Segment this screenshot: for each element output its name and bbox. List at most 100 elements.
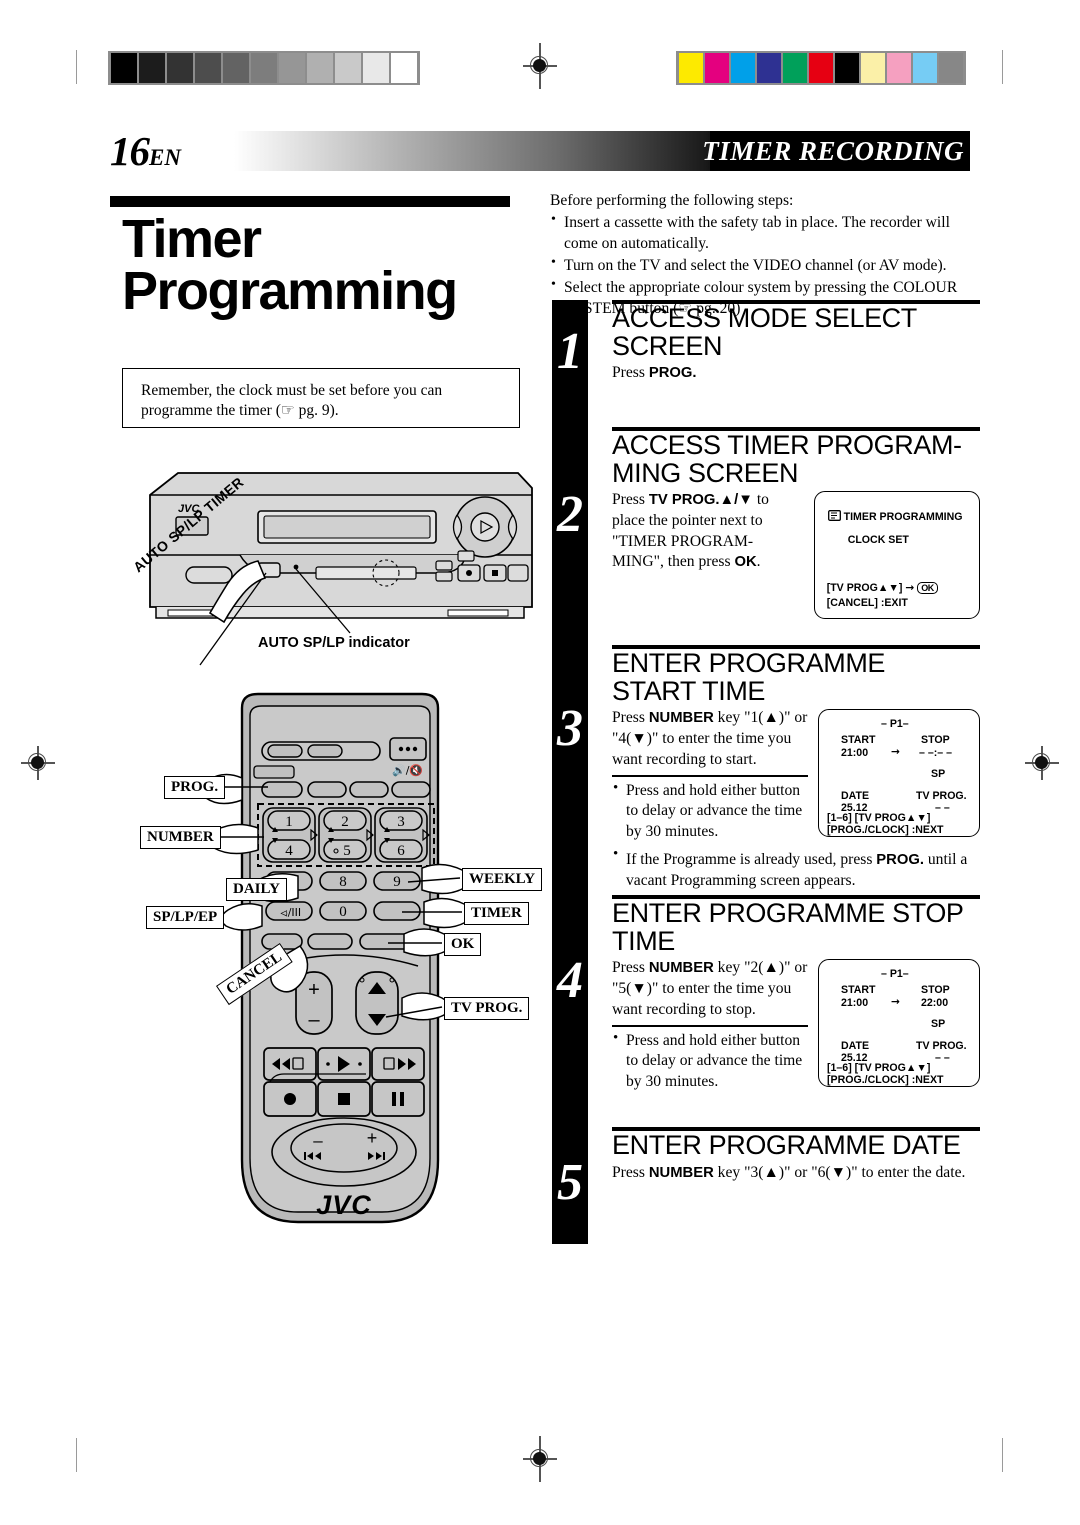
callout-weekly: WEEKLY <box>462 868 543 892</box>
svg-text:–: – <box>313 1131 323 1150</box>
step-rule <box>612 645 980 649</box>
svg-text:2: 2 <box>341 814 349 830</box>
osd-menu-hint-1: [TV PROG▲▼] → OK <box>827 582 938 595</box>
calibration-swatch <box>835 53 859 83</box>
osd-date-label: DATE <box>841 790 870 803</box>
calibration-swatch <box>679 53 703 83</box>
svg-text:9: 9 <box>393 874 401 890</box>
steps-list: 1 ACCESS MODE SELECT SCREEN Press PROG. 2… <box>552 300 980 1244</box>
step-number: 2 <box>557 486 583 543</box>
arrow-right-icon: → <box>891 746 900 759</box>
step-heading: ENTER PROGRAMME START TIME <box>612 648 886 706</box>
step-rule <box>612 1127 980 1131</box>
calibration-swatch <box>139 53 165 83</box>
calibration-swatch <box>757 53 781 83</box>
callout-ok: OK <box>444 933 482 957</box>
calibration-swatch <box>391 53 417 83</box>
osd-hint-1: [1–6] [TV PROG▲▼] <box>827 812 931 825</box>
intro-bullet-text: Turn on the TV and select the VIDEO chan… <box>564 257 947 275</box>
callout-sp-lp-ep: SP/LP/EP <box>146 906 225 930</box>
calibration-swatch <box>913 53 937 83</box>
svg-text:5: 5 <box>343 843 351 859</box>
osd-stop-label: STOP <box>921 734 950 747</box>
page-language: EN <box>149 145 181 170</box>
osd-stop-label: STOP <box>921 984 950 997</box>
step-bullet: Press and hold either button to delay or… <box>612 779 808 843</box>
step-number: 1 <box>557 323 583 380</box>
step-heading: ENTER PROGRAMME DATE <box>612 1130 961 1160</box>
svg-text:+: + <box>308 979 320 1001</box>
osd-menu-panel: TIMER PROGRAMMING CLOCK SET [TV PROG▲▼] … <box>813 491 980 620</box>
osd-stop-value: – –:– – <box>919 747 952 760</box>
step-bullet-text: Press and hold either button to delay or… <box>626 1031 803 1091</box>
osd-hint-2: [PROG./CLOCK] :NEXT <box>827 1074 944 1087</box>
arrow-right-icon: → <box>905 582 915 595</box>
manual-page: 16EN TIMER RECORDING Timer Programming R… <box>0 0 1080 1525</box>
osd-start-label: START <box>841 734 876 747</box>
title-rule <box>110 196 510 207</box>
osd-date-label: DATE <box>841 1040 870 1053</box>
auto-sp-lp-indicator-label: AUTO SP/LP indicator <box>258 635 410 651</box>
divider <box>612 1025 808 1027</box>
page-title-line2: Programming <box>122 261 458 322</box>
osd-start-value: 21:00 <box>841 747 869 760</box>
intro-bullet-text: Insert a cassette with the safety tab in… <box>564 214 950 253</box>
svg-text:⏿/III: ⏿/III <box>280 906 301 919</box>
osd-tvprog-value: – – <box>935 802 950 815</box>
calibration-swatch <box>335 53 361 83</box>
step-number: 4 <box>557 952 583 1009</box>
intro-bullet: Insert a cassette with the safety tab in… <box>550 211 980 254</box>
page-number: 16EN <box>110 127 181 175</box>
step-rule <box>612 300 980 304</box>
svg-text:JVC: JVC <box>316 1190 372 1220</box>
step-bullet-text: Press and hold either button to delay or… <box>626 781 803 841</box>
step-body: Press PROG. <box>612 364 697 382</box>
osd-stop-value: 22:00 <box>921 997 949 1010</box>
page-title-line1: Timer <box>122 209 262 269</box>
osd-title: – P1– <box>881 718 909 731</box>
header-gradient-band <box>110 131 730 171</box>
step-5: 5 ENTER PROGRAMME DATE Press NUMBER key … <box>552 1127 980 1237</box>
step-number: 3 <box>557 700 583 757</box>
step-body: Press NUMBER key "3(▲)" or "6(▼)" to ent… <box>612 1163 966 1181</box>
calibration-swatch <box>223 53 249 83</box>
step-heading: ACCESS TIMER PROGRAM- MING SCREEN <box>612 430 962 488</box>
left-column: Timer Programming Remember, the clock mu… <box>110 196 530 428</box>
calibration-swatch <box>307 53 333 83</box>
step-instruction: Press NUMBER key "2(▲)" or "5(▼)" to ent… <box>612 959 808 1018</box>
callout-prog: PROG. <box>164 776 226 800</box>
color-calibration-bar <box>676 51 966 85</box>
svg-text:🔊/🔇: 🔊/🔇 <box>392 763 423 777</box>
step-bullet: Press and hold either button to delay or… <box>612 1029 808 1093</box>
pointing-hand-icon <box>827 510 841 522</box>
callout-daily: DAILY <box>226 878 287 902</box>
step-heading: ENTER PROGRAMME STOP TIME <box>612 898 964 956</box>
calibration-swatch <box>887 53 911 83</box>
step-rule <box>612 427 980 431</box>
calibration-swatch <box>167 53 193 83</box>
osd-program-stop-panel: – P1– START 21:00 → STOP 22:00 SP DATE 2… <box>818 959 980 1088</box>
step-rule <box>612 895 980 899</box>
step-body: Press NUMBER key "2(▲)" or "5(▼)" to ent… <box>612 955 980 1093</box>
osd-ok-badge: OK <box>917 582 938 595</box>
step-1: 1 ACCESS MODE SELECT SCREEN Press PROG. <box>552 300 980 427</box>
registration-mark-right <box>1025 746 1059 780</box>
osd-hint-1: [1–6] [TV PROG▲▼] <box>827 1062 931 1075</box>
arrow-right-icon: → <box>891 996 900 1009</box>
calibration-swatch <box>705 53 729 83</box>
clock-note-box: Remember, the clock must be set before y… <box>122 368 520 428</box>
clock-note-text: Remember, the clock must be set before y… <box>141 382 443 420</box>
svg-text:6: 6 <box>397 843 405 859</box>
callout-timer: TIMER <box>464 902 529 926</box>
vcr-illustration: JVC AUTO SP/LP indicator AUTO SP/LP TIME… <box>130 455 540 666</box>
calibration-swatch <box>731 53 755 83</box>
calibration-swatch <box>861 53 885 83</box>
svg-text:0: 0 <box>339 904 347 920</box>
osd-start-value: 21:00 <box>841 997 869 1010</box>
svg-text:+: + <box>367 1128 378 1148</box>
svg-text:–: – <box>308 1009 320 1031</box>
callout-number: NUMBER <box>140 826 221 850</box>
calibration-swatch <box>251 53 277 83</box>
osd-menu-item-2: CLOCK SET <box>847 534 909 547</box>
intro-bullet: Turn on the TV and select the VIDEO chan… <box>550 254 980 276</box>
